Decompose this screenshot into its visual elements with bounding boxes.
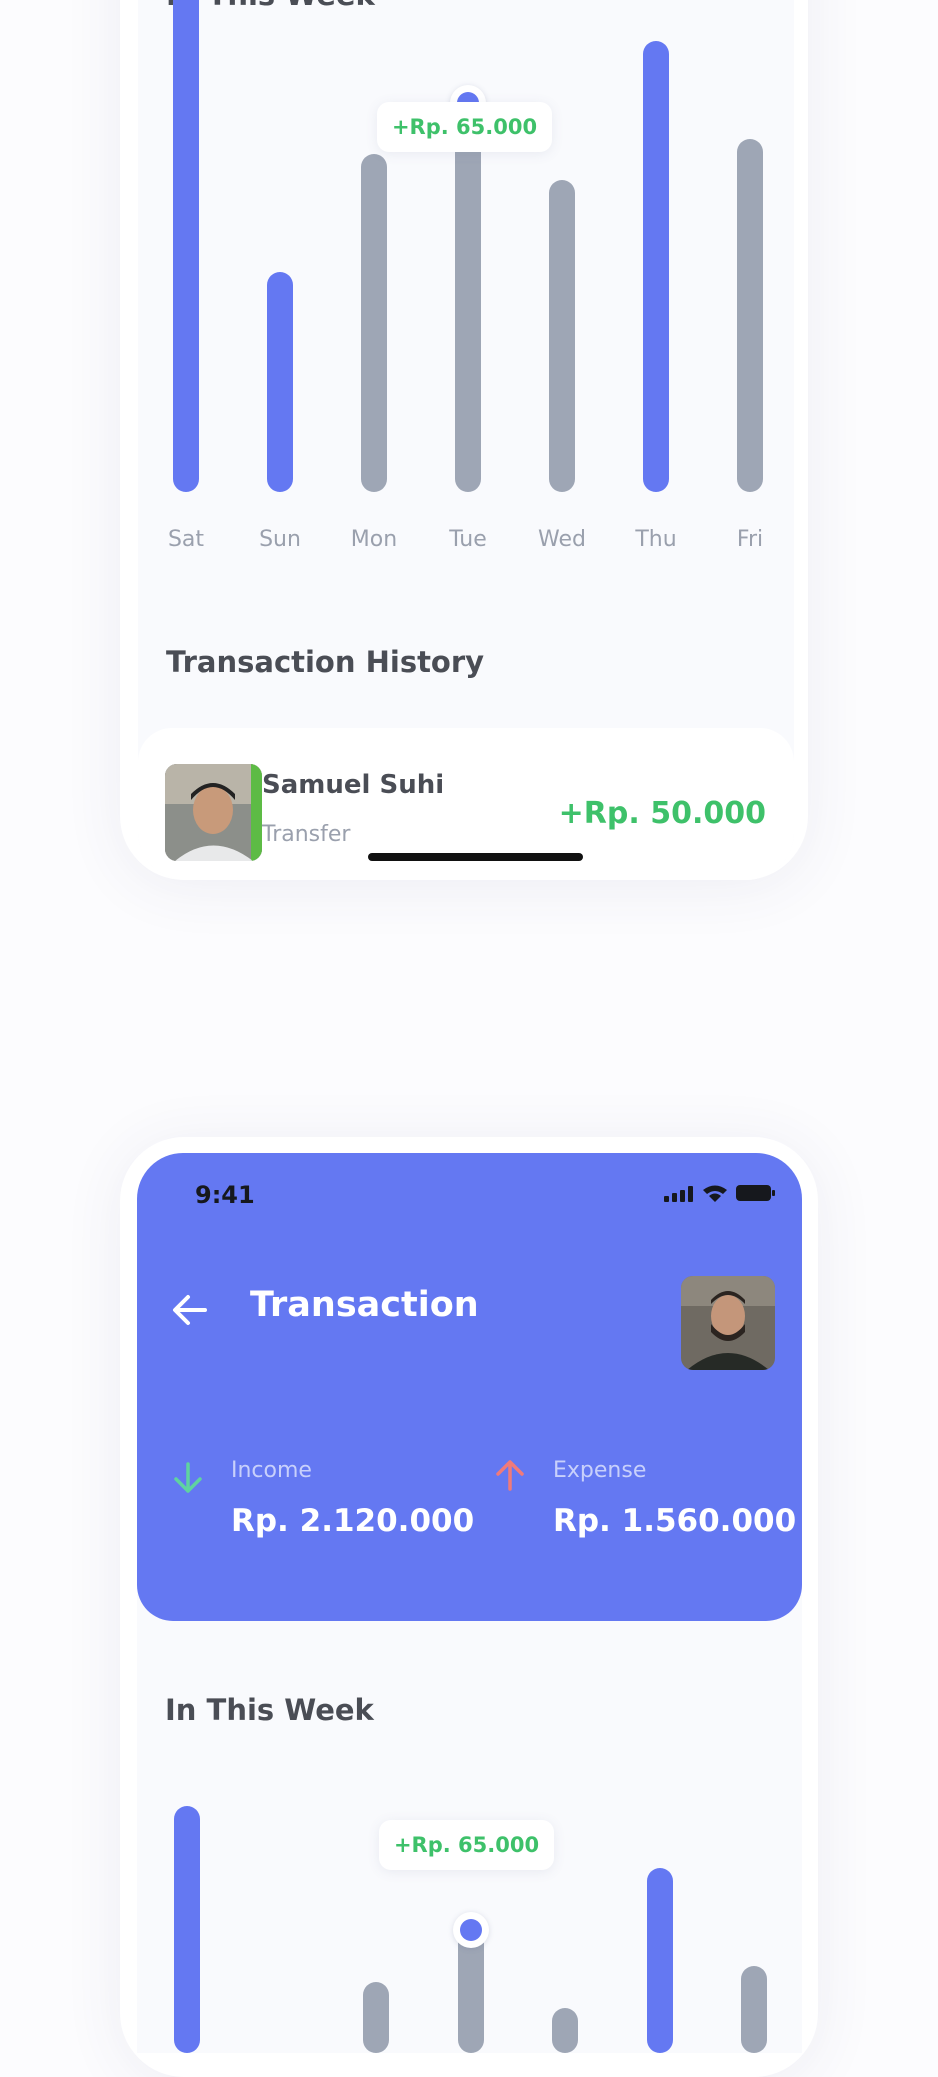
- chart-bar-wed[interactable]: [552, 2007, 578, 2053]
- arrow-left-icon[interactable]: [171, 1293, 209, 1327]
- chart-bar-tue[interactable]: [457, 1930, 484, 2053]
- avatar[interactable]: [681, 1276, 775, 1370]
- transaction-item[interactable]: Samuel Suhi Transfer +Rp. 50.000: [138, 728, 794, 880]
- chart-tooltip: +Rp. 65.000: [377, 102, 552, 152]
- screen-upper: In This Week SatSunMonTueWedThuFri +Rp. …: [138, 0, 794, 880]
- chart-day-label: Sun: [259, 527, 301, 552]
- page-title: Transaction: [250, 1285, 479, 1325]
- arrow-down-icon: [174, 1462, 202, 1493]
- chart-bar-sat[interactable]: [174, 1806, 200, 2053]
- expense-label: Expense: [553, 1458, 647, 1483]
- wifi-icon: [703, 1185, 727, 1202]
- chart-bar-thu[interactable]: [643, 41, 669, 492]
- avatar-photo: [165, 764, 262, 861]
- weekly-chart: Sat Sun Mon Tue Wed Thu Fri: [138, 0, 794, 580]
- chart-bar-thu[interactable]: [646, 1868, 673, 2053]
- chart-day-label: Fri: [736, 527, 764, 552]
- chart-tooltip: +Rp. 65.000: [379, 1820, 554, 1870]
- chart-bar-sun[interactable]: [267, 271, 293, 492]
- home-indicator[interactable]: [368, 853, 583, 861]
- chart-bar-wed[interactable]: [549, 179, 575, 492]
- chart-day-label: Thu: [635, 527, 677, 552]
- chart-bar-tue[interactable]: [455, 102, 481, 492]
- transaction-amount: +Rp. 50.000: [558, 796, 766, 831]
- chart-day-label: Tue: [449, 527, 487, 552]
- transaction-header: 9:41 Transaction Income Rp. 2.120.000 Ex…: [137, 1153, 802, 1621]
- arrow-up-icon: [496, 1460, 524, 1491]
- avatar: [165, 764, 262, 861]
- chart-bar-mon[interactable]: [363, 1981, 389, 2053]
- signal-icon: [664, 1186, 693, 1202]
- battery-icon: [736, 1185, 775, 1201]
- status-icons: [664, 1184, 776, 1202]
- transaction-type: Transfer: [262, 822, 351, 847]
- chart-bar-mon[interactable]: [361, 154, 387, 492]
- chart-day-label: Mon: [350, 527, 398, 552]
- chart-day-label: Sat: [167, 527, 205, 552]
- avatar-photo: [681, 1276, 775, 1370]
- chart-bar-fri[interactable]: [737, 138, 763, 492]
- income-value: Rp. 2.120.000: [231, 1503, 475, 1539]
- chart-bar-sat[interactable]: [173, 0, 199, 492]
- status-time: 9:41: [195, 1181, 255, 1209]
- chart-day-label: Wed: [538, 527, 586, 552]
- transaction-name: Samuel Suhi: [262, 770, 445, 800]
- income-label: Income: [231, 1458, 312, 1483]
- chart-selected-point[interactable]: [452, 1912, 489, 1949]
- transaction-history-title: Transaction History: [166, 645, 485, 679]
- chart-bar-fri[interactable]: [741, 1966, 767, 2053]
- expense-value: Rp. 1.560.000: [553, 1503, 797, 1539]
